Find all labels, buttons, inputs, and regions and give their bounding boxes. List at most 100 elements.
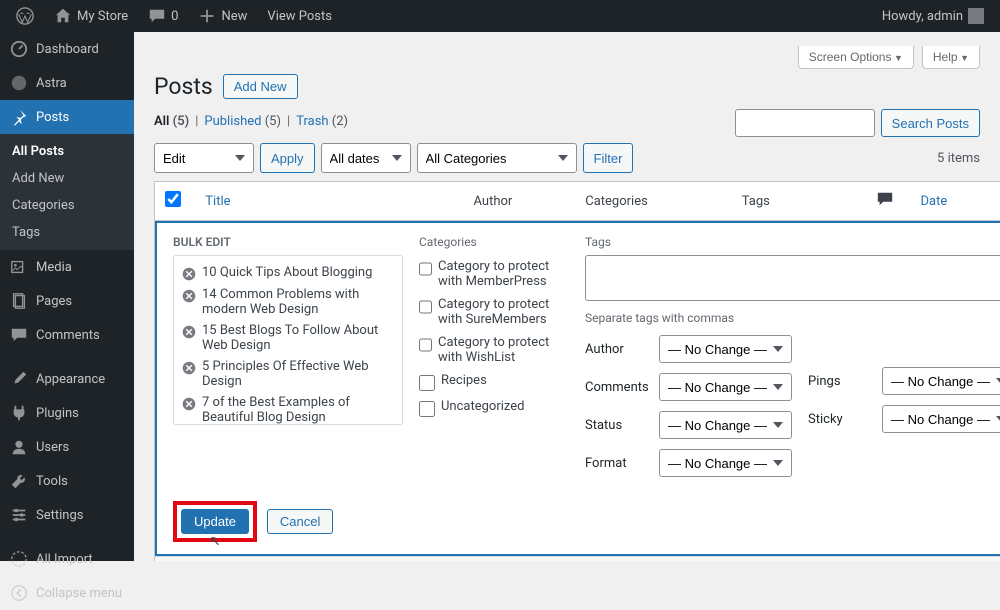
wp-logo[interactable] — [8, 0, 42, 32]
remove-icon[interactable] — [182, 325, 196, 339]
bulk-tags-heading: Tags — [585, 235, 1000, 249]
update-highlight: Update ↖ — [173, 501, 257, 542]
wordpress-icon — [16, 7, 34, 25]
format-label: Format — [585, 456, 651, 471]
tags-textarea[interactable] — [585, 255, 1000, 301]
cursor-icon: ↖ — [209, 533, 221, 549]
sidebar-sub-categories[interactable]: Categories — [0, 192, 134, 219]
import-icon — [10, 550, 28, 568]
home-icon — [54, 7, 72, 25]
pin-icon — [10, 108, 28, 126]
status-label: Status — [585, 418, 651, 433]
cancel-button[interactable]: Cancel — [267, 509, 333, 534]
cat-checkbox-row[interactable]: Category to protect with MemberPress — [419, 255, 569, 293]
remove-icon[interactable] — [182, 289, 196, 303]
new-content[interactable]: New — [190, 0, 255, 32]
category-filter-select[interactable]: All Categories — [417, 143, 577, 173]
sidebar-item-tools[interactable]: Tools — [0, 464, 134, 498]
bulk-title-item: 14 Common Problems with modern Web Desig… — [174, 284, 402, 320]
astra-icon — [10, 74, 28, 92]
date-filter-select[interactable]: All dates — [321, 143, 411, 173]
row-comments: — — [866, 557, 911, 562]
media-icon — [10, 258, 28, 276]
update-button[interactable]: Update — [181, 509, 249, 534]
cat-checkbox-row[interactable]: Category to protect with SureMembers — [419, 293, 569, 331]
screen-options-button[interactable]: Screen Options — [798, 46, 914, 69]
col-date[interactable]: Date — [921, 194, 948, 209]
comments-bubble[interactable]: 0 — [140, 0, 186, 32]
apply-button[interactable]: Apply — [260, 143, 315, 173]
sidebar-item-appearance[interactable]: Appearance — [0, 362, 134, 396]
status-select[interactable]: — No Change — — [659, 411, 792, 439]
sidebar-item-comments[interactable]: Comments — [0, 318, 134, 352]
bulk-edit-heading: BULK EDIT — [173, 235, 403, 249]
view-posts[interactable]: View Posts — [259, 0, 340, 32]
sticky-select[interactable]: — No Change — — [882, 405, 1000, 433]
sidebar-item-posts[interactable]: Posts — [0, 100, 134, 134]
brush-icon — [10, 370, 28, 388]
sidebar-item-collapse[interactable]: Collapse menu — [0, 576, 134, 610]
col-author: Author — [464, 182, 576, 221]
select-all-checkbox[interactable] — [165, 191, 181, 207]
cat-checkbox-row[interactable]: Category to protect with WishList — [419, 331, 569, 369]
author-select[interactable]: — No Change — — [659, 335, 792, 363]
bulk-action-select[interactable]: Edit — [154, 143, 254, 173]
search-button[interactable]: Search Posts — [881, 109, 980, 137]
search-input[interactable] — [735, 109, 875, 137]
row-tags: — — [732, 557, 866, 562]
howdy-user[interactable]: Howdy, admin — [874, 0, 992, 32]
sidebar-item-plugins[interactable]: Plugins — [0, 396, 134, 430]
remove-icon[interactable] — [182, 397, 196, 411]
format-select[interactable]: — No Change — — [659, 449, 792, 477]
sidebar-item-settings[interactable]: Settings — [0, 498, 134, 532]
bulk-title-item: 15 Best Blogs To Follow About Web Design — [174, 320, 402, 356]
sidebar-sub-tags[interactable]: Tags — [0, 219, 134, 246]
sidebar-item-pages[interactable]: Pages — [0, 284, 134, 318]
dashboard-icon — [10, 40, 28, 58]
new-label: New — [221, 9, 247, 24]
col-categories: Categories — [575, 182, 731, 221]
pings-label: Pings — [808, 374, 874, 389]
cat-checkbox-row[interactable]: Recipes — [419, 369, 569, 395]
author-label: Author — [585, 342, 651, 357]
bulk-title-item: 5 Principles Of Effective Web Design — [174, 356, 402, 392]
tags-help: Separate tags with commas — [585, 311, 1000, 325]
table-row: 10 Quick Tips About Blogging admin Uncat… — [155, 557, 1000, 562]
sidebar-item-all-import[interactable]: All Import — [0, 542, 134, 576]
sidebar-item-dashboard[interactable]: Dashboard — [0, 32, 134, 66]
remove-icon[interactable] — [182, 361, 196, 375]
filter-button[interactable]: Filter — [583, 143, 634, 173]
help-button[interactable]: Help — [922, 46, 980, 69]
bulk-cats-heading: Categories — [419, 235, 569, 249]
sidebar-item-users[interactable]: Users — [0, 430, 134, 464]
comments-select[interactable]: — No Change — — [659, 373, 792, 401]
wrench-icon — [10, 472, 28, 490]
col-title[interactable]: Title — [205, 194, 230, 209]
filter-published[interactable]: Published (5) — [204, 114, 281, 129]
add-new-button[interactable]: Add New — [223, 74, 298, 99]
comments-icon — [10, 326, 28, 344]
comment-icon — [148, 7, 166, 25]
bulk-title-item: 7 of the Best Examples of Beautiful Blog… — [174, 392, 402, 425]
pings-select[interactable]: — No Change — — [882, 367, 1000, 395]
cat-checkbox-row[interactable]: Uncategorized — [419, 395, 569, 421]
bulk-title-item: 10 Quick Tips About Blogging — [174, 262, 402, 284]
sidebar-sub-add-new[interactable]: Add New — [0, 165, 134, 192]
sliders-icon — [10, 506, 28, 524]
sidebar-item-astra[interactable]: Astra — [0, 66, 134, 100]
row-date: Published2023/03/27 at 9:06 am — [911, 557, 1000, 562]
bulk-titles-list: 10 Quick Tips About Blogging 14 Common P… — [173, 255, 403, 425]
collapse-icon — [10, 584, 28, 602]
sidebar-sub-all-posts[interactable]: All Posts — [0, 138, 134, 165]
page-title: Posts — [154, 73, 213, 100]
plug-icon — [10, 404, 28, 422]
sidebar-item-media[interactable]: Media — [0, 250, 134, 284]
comments-label: Comments — [585, 380, 651, 395]
filter-all[interactable]: All (5) — [154, 114, 189, 129]
sticky-label: Sticky — [808, 412, 874, 427]
remove-icon[interactable] — [182, 267, 196, 281]
plus-icon — [198, 7, 216, 25]
filter-trash[interactable]: Trash (2) — [296, 114, 348, 129]
site-name[interactable]: My Store — [46, 0, 136, 32]
col-tags: Tags — [732, 182, 866, 221]
